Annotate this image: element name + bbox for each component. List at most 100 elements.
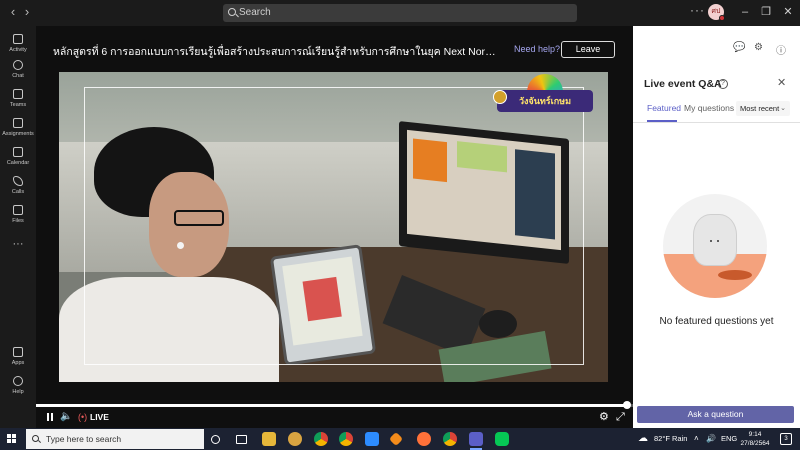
- gear-icon[interactable]: ⚙: [754, 42, 763, 53]
- rail-item-calls[interactable]: Calls: [0, 176, 36, 204]
- weather-text[interactable]: 82°F Rain: [654, 428, 687, 450]
- title-bar: ‹ › Search ··· ศป – ❐ ✕: [0, 0, 800, 26]
- sort-value: Most recent: [740, 104, 780, 113]
- logo-text: วังจันทร์เกษม: [497, 90, 593, 112]
- status-badge: [719, 15, 725, 21]
- rail-item-label: Apps: [11, 360, 25, 366]
- cortana-icon[interactable]: [211, 435, 220, 444]
- rail-item-calendar[interactable]: Calendar: [0, 147, 36, 175]
- settings-gear-icon[interactable]: ⚙: [599, 410, 611, 424]
- cloud-rain-icon: ☁: [638, 433, 648, 444]
- rail-item-activity[interactable]: Activity: [0, 34, 36, 62]
- search-icon: [32, 435, 39, 442]
- search-placeholder: Search: [239, 7, 271, 18]
- help-icon: [13, 376, 23, 386]
- rail-item-label: Teams: [9, 102, 27, 108]
- video-stream[interactable]: วังจันทร์เกษม: [59, 72, 608, 382]
- chevron-down-icon: ⌄: [780, 105, 786, 112]
- search-icon: [228, 8, 236, 16]
- more-options-icon[interactable]: ···: [690, 3, 705, 17]
- teams-icon: [13, 89, 23, 99]
- bell-icon: [13, 34, 23, 44]
- event-title: หลักสูตรที่ 6 การออกแบบการเรียนรู้เพื่อส…: [53, 46, 497, 58]
- windows-start-icon[interactable]: [7, 434, 17, 444]
- empty-state-illustration: [663, 194, 767, 298]
- chrome-icon[interactable]: [443, 432, 457, 446]
- zoom-icon[interactable]: [365, 432, 379, 446]
- live-label[interactable]: LIVE: [90, 410, 109, 424]
- rail-item-help[interactable]: Help: [0, 376, 36, 404]
- avatar[interactable]: ศป: [708, 4, 725, 21]
- task-view-icon[interactable]: [236, 435, 247, 444]
- qa-title: Live event Q&A: [644, 78, 722, 90]
- file-icon: [13, 205, 23, 215]
- clock[interactable]: 9:14 27/8/2564: [738, 430, 772, 448]
- phone-icon: [13, 176, 23, 186]
- rail-item-label: Help: [12, 389, 24, 395]
- rail-item-chat[interactable]: Chat: [0, 60, 36, 88]
- chevron-up-icon[interactable]: ˄: [694, 428, 699, 450]
- rail-item-files[interactable]: Files: [0, 205, 36, 233]
- close-icon[interactable]: ✕: [777, 76, 786, 89]
- pause-icon[interactable]: [47, 410, 55, 424]
- forward-arrow-icon[interactable]: ›: [20, 5, 34, 19]
- progress-fill: [36, 404, 627, 407]
- sort-dropdown[interactable]: Most recent ⌄: [736, 101, 790, 116]
- line-icon[interactable]: [495, 432, 509, 446]
- tab-featured[interactable]: Featured: [647, 103, 681, 113]
- rail-item-label: Assignments: [2, 131, 34, 137]
- ask-question-button[interactable]: Ask a question: [637, 406, 794, 423]
- clock-date: 27/8/2564: [740, 440, 770, 447]
- more-apps-icon[interactable]: ···: [0, 238, 36, 250]
- file-explorer-icon[interactable]: [262, 432, 276, 446]
- tab-my-questions[interactable]: My questions: [684, 103, 734, 113]
- volume-icon[interactable]: 🔈: [60, 410, 72, 424]
- app-icon-1[interactable]: [288, 432, 302, 446]
- seal-icon: [493, 90, 507, 104]
- app-rail: Activity Chat Teams Assignments Calendar…: [0, 26, 36, 428]
- language-indicator[interactable]: ENG: [721, 428, 737, 450]
- empty-state-text: No featured questions yet: [659, 316, 774, 327]
- chat-bubble-icon[interactable]: 💬: [733, 42, 745, 53]
- back-arrow-icon[interactable]: ‹: [6, 5, 20, 19]
- live-event-player: หลักสูตรที่ 6 การออกแบบการเรียนรู้เพื่อส…: [36, 26, 633, 448]
- need-help-link[interactable]: Need help?: [514, 44, 560, 54]
- rail-item-label: Chat: [12, 73, 24, 79]
- taskbar-search-input[interactable]: Type here to search: [26, 429, 204, 449]
- close-window-icon[interactable]: ✕: [780, 4, 796, 20]
- search-input[interactable]: Search: [223, 4, 577, 22]
- rail-item-apps[interactable]: Apps: [0, 347, 36, 375]
- chrome-icon[interactable]: [314, 432, 328, 446]
- teams-taskbar-icon[interactable]: [469, 432, 483, 450]
- firefox-icon[interactable]: [417, 432, 431, 446]
- divider: [633, 122, 800, 123]
- avatar-initials: ศป: [711, 8, 721, 15]
- fullscreen-icon[interactable]: ⤢: [616, 410, 628, 424]
- chrome-icon[interactable]: [339, 432, 353, 446]
- rail-item-teams[interactable]: Teams: [0, 89, 36, 117]
- progress-knob[interactable]: [623, 401, 631, 409]
- question-mark-icon[interactable]: ?: [718, 79, 728, 89]
- calendar-icon: [13, 147, 23, 157]
- rail-item-label: Files: [12, 218, 24, 224]
- taskbar-search-placeholder: Type here to search: [46, 434, 122, 444]
- leave-button[interactable]: Leave: [561, 41, 615, 58]
- jar-lid: [718, 270, 752, 280]
- playback-progress[interactable]: [36, 401, 633, 409]
- speaker-icon[interactable]: 🔊: [706, 428, 716, 450]
- video-overlay-frame: [84, 87, 584, 365]
- rail-item-label: Activity: [9, 47, 27, 53]
- clock-time: 9:14: [748, 431, 762, 438]
- rail-item-assignments[interactable]: Assignments: [0, 118, 36, 146]
- info-icon[interactable]: ⓘ: [776, 42, 786, 57]
- qa-panel: 💬 ⚙ ⓘ Live event Q&A ? ✕ Featured My que…: [633, 26, 800, 428]
- apps-icon: [13, 347, 23, 357]
- qa-toolbar: 💬 ⚙ ⓘ: [633, 42, 800, 57]
- rail-item-label: Calendar: [6, 160, 30, 166]
- assignments-icon: [13, 118, 23, 128]
- app-icon-2[interactable]: [388, 431, 404, 447]
- school-logo: วังจันทร์เกษม: [493, 74, 593, 116]
- minimize-icon[interactable]: –: [737, 4, 753, 20]
- restore-icon[interactable]: ❐: [758, 4, 774, 20]
- notification-badge[interactable]: 3: [780, 433, 792, 445]
